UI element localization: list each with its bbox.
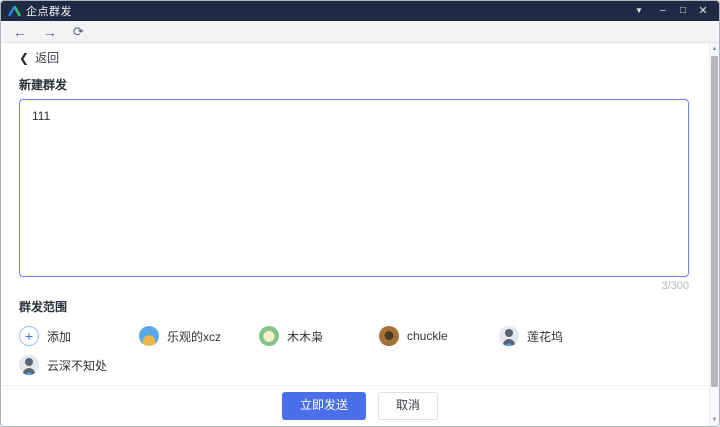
back-chevron-icon: ❮ [19,50,30,65]
back-link[interactable]: ❮ 返回 [19,49,59,66]
app-logo-icon [8,5,21,17]
contact-item[interactable]: chuckle [379,325,499,347]
scrollbar-thumb[interactable] [711,56,718,387]
page-title: 新建群发 [19,78,68,92]
footer: 立即发送 取消 [1,386,719,426]
contact-avatar [259,326,279,346]
contact-item[interactable]: 云深不知处 [19,354,139,376]
contact-avatar [499,326,519,346]
nav-refresh-icon[interactable]: ⟳ [73,25,84,38]
scope-title: 群发范围 [19,300,68,314]
plus-icon: + [19,326,39,346]
close-button[interactable]: ✕ [693,1,713,21]
contact-item[interactable]: 木木枭 [259,325,379,347]
contact-name: 木木枭 [287,329,324,344]
char-counter: 3/300 [661,280,689,292]
vertical-scrollbar[interactable]: ▲ ▼ [709,43,719,426]
contacts-grid: + 添加 乐观的xcz 木木枭 chuckle 莲花坞 云深不知处 [19,325,639,376]
contact-avatar [19,355,39,375]
contact-name: 云深不知处 [47,358,108,373]
maximize-button[interactable]: □ [673,1,693,21]
contact-name: chuckle [407,329,448,343]
content-area: ❮ 返回 新建群发 111 3/300 群发范围 + 添加 乐观的xcz 木木枭… [1,43,719,426]
send-now-button[interactable]: 立即发送 [281,392,366,420]
contact-name: 莲花坞 [527,329,564,344]
nav-forward-icon[interactable]: → [43,25,57,39]
contact-item[interactable]: 莲花坞 [499,325,619,347]
contact-item[interactable]: 乐观的xcz [139,325,259,347]
minimize-button[interactable]: – [653,1,673,21]
window-title: 企点群发 [26,6,72,18]
titlebar: 企点群发 ▼ – □ ✕ [1,1,719,21]
back-link-label: 返回 [35,51,60,65]
add-contact-label: 添加 [47,329,72,344]
menu-caret-icon[interactable]: ▼ [629,1,649,21]
message-textarea[interactable]: 111 [19,99,689,277]
scroll-up-icon[interactable]: ▲ [710,43,719,55]
navbar: ← → ⟳ [1,21,719,43]
contact-avatar [379,326,399,346]
contact-avatar [139,326,159,346]
nav-back-icon[interactable]: ← [13,25,27,39]
app-window: 企点群发 ▼ – □ ✕ ← → ⟳ ❮ 返回 新建群发 111 3/300 群… [0,0,720,427]
contact-name: 乐观的xcz [167,329,222,344]
add-contact-button[interactable]: + 添加 [19,325,139,347]
scroll-down-icon[interactable]: ▼ [710,414,719,426]
cancel-button[interactable]: 取消 [378,392,439,420]
